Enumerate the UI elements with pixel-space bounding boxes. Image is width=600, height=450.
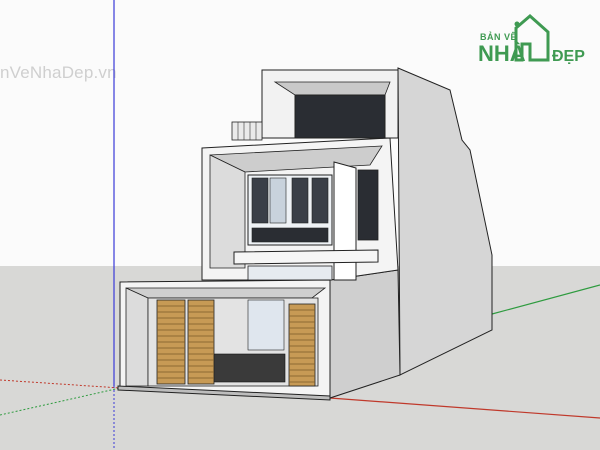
wooden-door-middle bbox=[187, 299, 215, 385]
ground-floor-recess bbox=[125, 287, 149, 387]
side-wall-lower bbox=[329, 269, 401, 399]
red-axis bbox=[329, 397, 600, 419]
brand-logo: BẢN VẼ NHÀ ĐẸP bbox=[478, 10, 598, 66]
logo-line-2: NHÀ bbox=[478, 41, 526, 66]
top-floor-recess bbox=[273, 81, 391, 96]
sketchup-viewport[interactable]: nVeNhaDep.vn BẢN VẼ NHÀ ĐẸP bbox=[0, 0, 600, 450]
second-floor-recess-left bbox=[209, 154, 246, 269]
top-floor-glass bbox=[294, 94, 386, 139]
side-window-dark bbox=[357, 169, 379, 241]
floor-slab bbox=[233, 249, 379, 265]
railing bbox=[231, 121, 263, 141]
car bbox=[204, 353, 286, 383]
ground-floor-canopy bbox=[125, 287, 327, 299]
house-model[interactable] bbox=[0, 0, 600, 450]
wooden-door-left bbox=[156, 299, 186, 385]
logo-line-3: ĐẸP bbox=[552, 48, 585, 65]
green-axis bbox=[491, 284, 600, 315]
green-axis-dotted bbox=[0, 387, 121, 416]
side-wall-upper bbox=[397, 67, 493, 376]
red-axis-dotted bbox=[0, 379, 121, 389]
wooden-door-right bbox=[288, 303, 316, 387]
